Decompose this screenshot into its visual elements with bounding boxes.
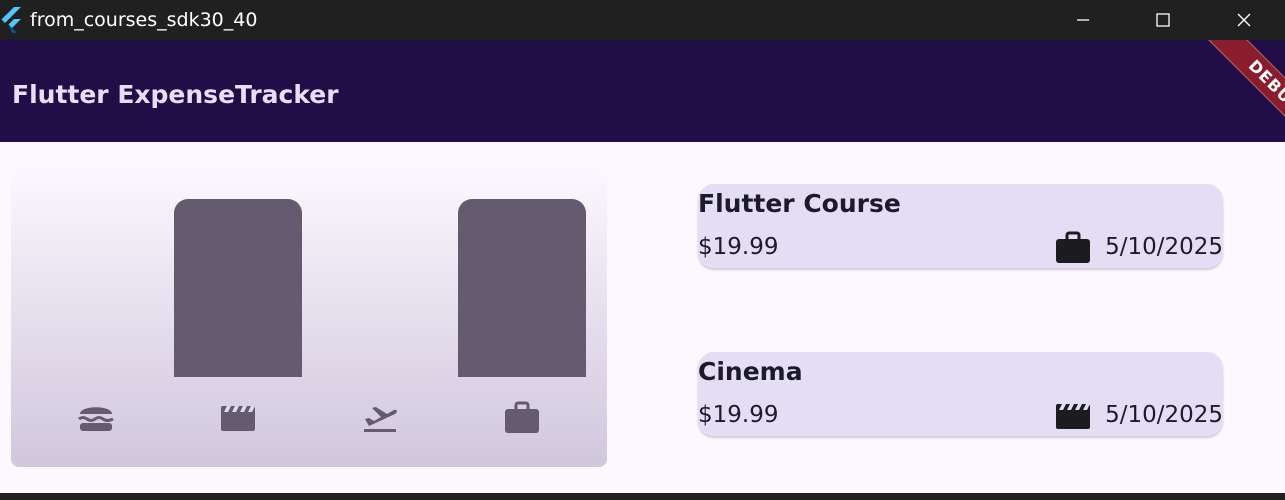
debug-banner: DEBUG (1185, 40, 1285, 140)
chart-bar-slot-food (32, 199, 160, 377)
chart-bar-leisure (174, 199, 302, 377)
expense-date: 5/10/2025 (1105, 234, 1223, 260)
chart-bar-work (458, 199, 586, 377)
expense-amount: $19.99 (698, 402, 779, 428)
expense-item[interactable]: Flutter Course $19.99 5/10/2025 (698, 184, 1223, 268)
expense-title: Cinema (698, 357, 803, 386)
close-button[interactable] (1204, 0, 1284, 40)
maximize-icon (1156, 13, 1170, 27)
debug-banner-label: DEBUG (1208, 40, 1285, 140)
chart-bar-slot-leisure (174, 199, 302, 377)
app-bar: Flutter ExpenseTracker (0, 40, 1285, 142)
expense-chart (11, 165, 607, 467)
background-strip (0, 493, 1285, 500)
window-title: from_courses_sdk30_40 (30, 9, 258, 31)
burger-icon (76, 400, 116, 436)
app-title: Flutter ExpenseTracker (12, 80, 339, 109)
expense-amount: $19.99 (698, 234, 779, 260)
maximize-button[interactable] (1123, 0, 1203, 40)
briefcase-icon (1054, 230, 1092, 266)
expense-item[interactable]: Cinema $19.99 5/10/2025 (698, 352, 1223, 436)
movie-icon (218, 400, 258, 436)
briefcase-icon (502, 400, 542, 436)
expense-date: 5/10/2025 (1105, 402, 1223, 428)
chart-bar-slot-work (458, 199, 586, 377)
flutter-logo-icon (0, 7, 24, 37)
minimize-button[interactable] (1043, 0, 1123, 40)
chart-bars (11, 165, 607, 377)
window-titlebar: from_courses_sdk30_40 (0, 0, 1285, 40)
movie-icon (1054, 398, 1092, 434)
expense-title: Flutter Course (698, 189, 901, 218)
chart-bar-slot-travel (316, 199, 444, 377)
close-icon (1237, 13, 1251, 27)
flight-takeoff-icon (360, 400, 400, 436)
minimize-icon (1077, 19, 1089, 21)
